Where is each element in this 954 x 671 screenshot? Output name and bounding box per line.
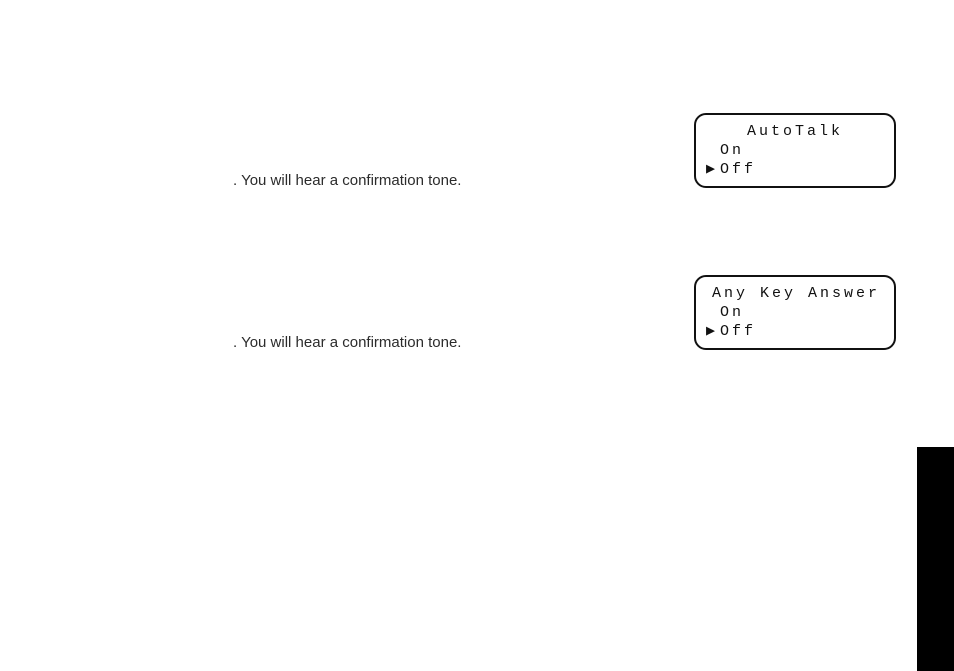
lcd-autotalk-row-on: On bbox=[706, 142, 884, 161]
lcd-autotalk: AutoTalk On ▶ Off bbox=[694, 113, 896, 188]
cursor-icon: ▶ bbox=[706, 323, 720, 342]
lcd-anykeyanswer: Any Key Answer On ▶ Off bbox=[694, 275, 896, 350]
lcd-anykeyanswer-title: Any Key Answer bbox=[706, 285, 884, 302]
cursor-icon: ▶ bbox=[706, 161, 720, 180]
instruction-text-2: . You will hear a confirmation tone. bbox=[233, 334, 461, 351]
lcd-anykeyanswer-option-off: Off bbox=[720, 323, 756, 342]
page-index-tab bbox=[917, 447, 954, 671]
lcd-anykeyanswer-row-off: ▶ Off bbox=[706, 323, 884, 342]
lcd-anykeyanswer-option-on: On bbox=[720, 304, 744, 323]
lcd-autotalk-option-off: Off bbox=[720, 161, 756, 180]
lcd-anykeyanswer-row-on: On bbox=[706, 304, 884, 323]
lcd-autotalk-title: AutoTalk bbox=[706, 123, 884, 140]
instruction-text-1: . You will hear a confirmation tone. bbox=[233, 172, 461, 189]
lcd-autotalk-row-off: ▶ Off bbox=[706, 161, 884, 180]
lcd-autotalk-option-on: On bbox=[720, 142, 744, 161]
